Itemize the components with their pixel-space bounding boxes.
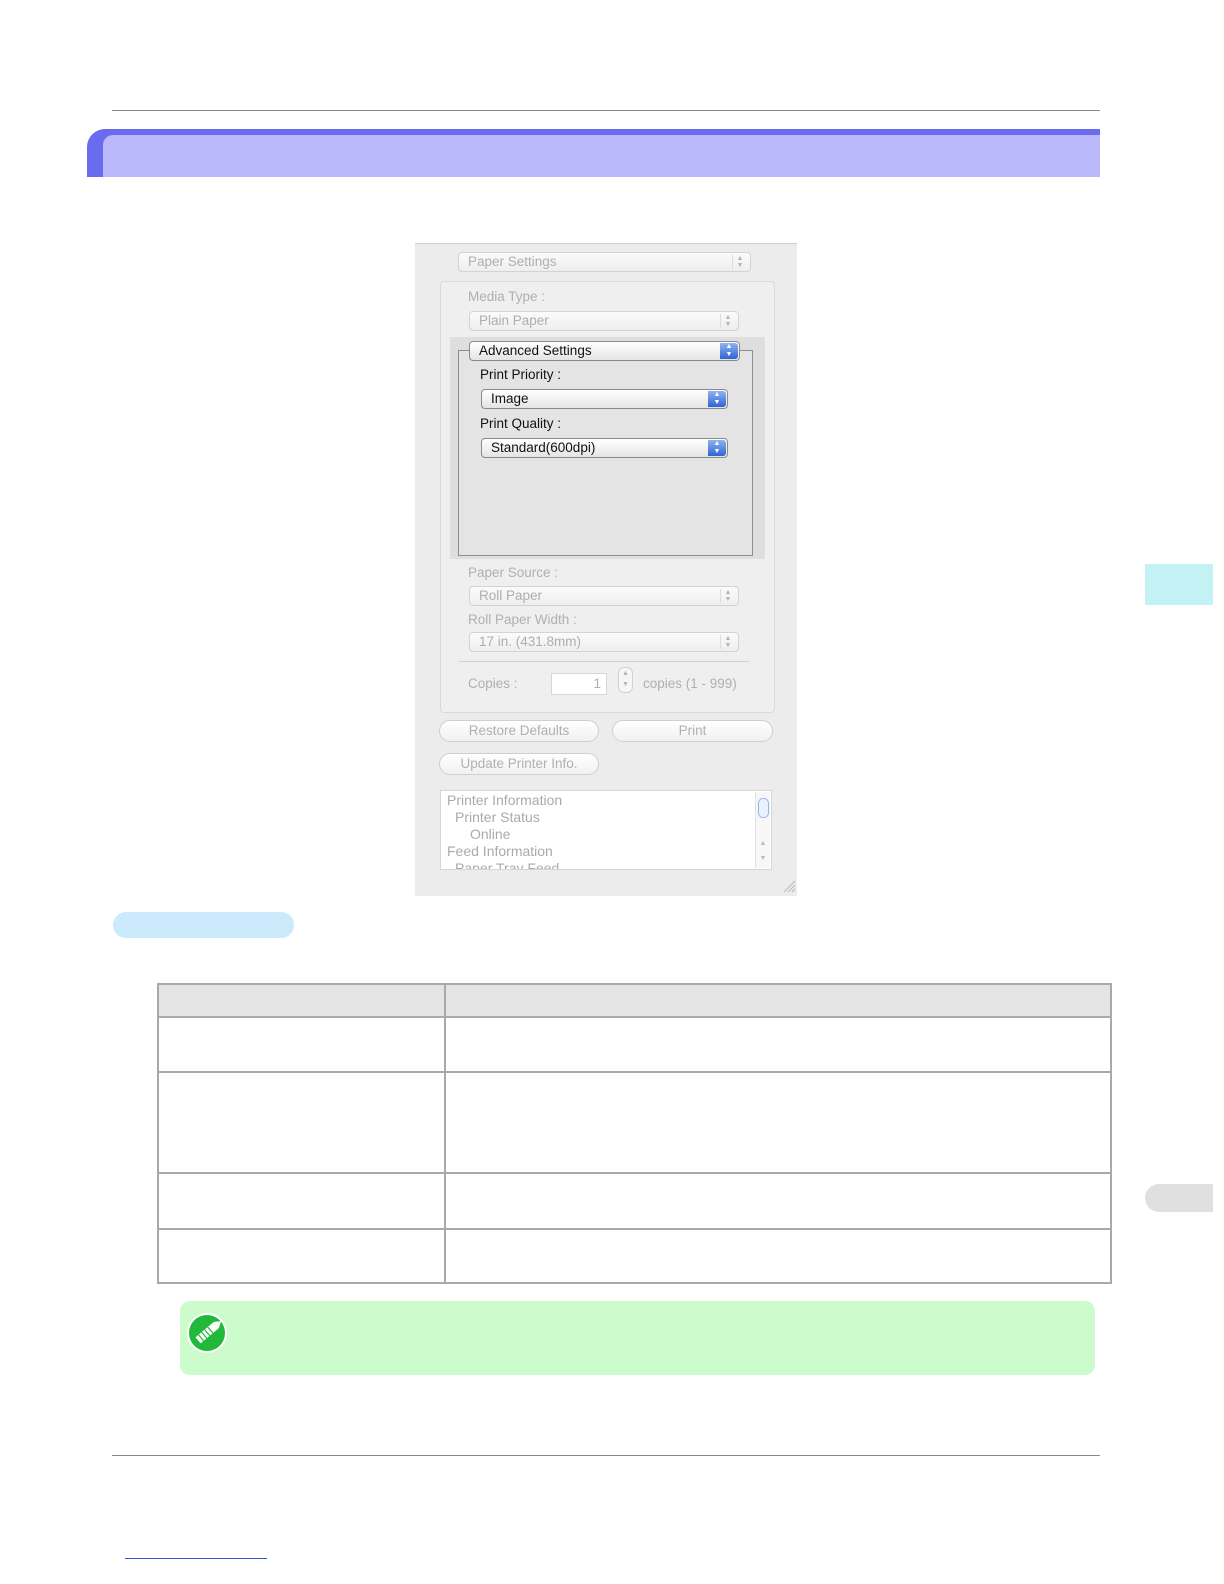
header-rule (112, 110, 1100, 111)
print-quality-value: Standard(600dpi) (491, 440, 596, 455)
note-box (180, 1301, 1095, 1375)
print-priority-select[interactable]: Image ▲ ▼ (481, 389, 728, 409)
copies-range: copies (1 - 999) (643, 676, 737, 691)
settings-panel-popup[interactable]: Paper Settings ▲ ▼ (458, 252, 751, 272)
list-item: Online (470, 826, 511, 842)
table-row-divider (159, 1071, 1110, 1073)
popup-arrows-icon: ▲ ▼ (720, 589, 735, 603)
advanced-settings-popup[interactable]: Advanced Settings ▲ ▼ (469, 341, 740, 361)
resize-grip-icon[interactable] (782, 879, 796, 893)
popup-arrows-icon: ▲ ▼ (708, 440, 726, 456)
index-side-tab[interactable] (1145, 1184, 1213, 1212)
roll-width-value: 17 in. (431.8mm) (479, 634, 582, 649)
print-quality-label: Print Quality : (480, 416, 562, 431)
restore-defaults-button[interactable]: Restore Defaults (439, 720, 599, 742)
footer-link-underline[interactable] (125, 1558, 267, 1559)
printer-information-list[interactable]: Printer Information Printer Status Onlin… (440, 790, 772, 870)
list-item: Paper Tray Feed (455, 860, 560, 870)
roll-width-label: Roll Paper Width : (468, 612, 577, 627)
table-column-divider (444, 985, 446, 1282)
section-title-bar (87, 129, 1100, 177)
popup-arrows-icon: ▲ ▼ (720, 343, 738, 359)
paper-source-value: Roll Paper (479, 588, 543, 603)
subsection-heading-pill (113, 912, 294, 938)
print-priority-value: Image (491, 391, 529, 406)
list-item: Printer Information (447, 792, 563, 808)
popup-arrows-icon: ▲ ▼ (720, 314, 735, 328)
list-item: Printer Status (455, 809, 540, 825)
copies-stepper[interactable]: ▲ ▼ (618, 667, 633, 693)
table-row-divider (159, 1172, 1110, 1174)
scroll-down-icon[interactable]: ▼ (756, 855, 770, 862)
update-printer-info-button[interactable]: Update Printer Info. (439, 753, 599, 775)
section-title-bar-inner (103, 135, 1100, 177)
popup-arrows-icon: ▲ ▼ (708, 391, 726, 407)
print-quality-select[interactable]: Standard(600dpi) ▲ ▼ (481, 438, 728, 458)
settings-panel-popup-label: Paper Settings (468, 254, 557, 269)
list-item: Feed Information (447, 843, 553, 859)
media-type-label: Media Type : (468, 289, 546, 304)
list-scroll-thumb[interactable] (758, 798, 769, 818)
media-type-select[interactable]: Plain Paper ▲ ▼ (469, 311, 739, 331)
media-type-value: Plain Paper (479, 313, 549, 328)
footer-rule (112, 1455, 1100, 1456)
paper-source-select[interactable]: Roll Paper ▲ ▼ (469, 586, 739, 606)
paper-source-label: Paper Source : (468, 565, 559, 580)
print-priority-label: Print Priority : (480, 367, 562, 382)
settings-table (157, 983, 1112, 1284)
popup-arrows-icon: ▲ ▼ (720, 635, 735, 649)
table-row-divider (159, 1228, 1110, 1230)
copies-input[interactable]: 1 (551, 673, 607, 695)
scroll-up-icon[interactable]: ▲ (756, 840, 770, 847)
print-button[interactable]: Print (612, 720, 773, 742)
roll-width-select[interactable]: 17 in. (431.8mm) ▲ ▼ (469, 632, 739, 652)
pencil-icon (187, 1313, 227, 1353)
table-header (159, 985, 1110, 1018)
stepper-down-icon[interactable]: ▼ (622, 681, 629, 688)
stepper-up-icon[interactable]: ▲ (622, 670, 629, 677)
list-scrollbar[interactable]: ▲ ▼ (755, 792, 770, 868)
chapter-side-tab[interactable] (1145, 564, 1213, 605)
copies-separator (459, 661, 749, 662)
popup-arrows-icon: ▲ ▼ (732, 255, 747, 269)
advanced-settings-label: Advanced Settings (479, 343, 592, 358)
copies-label: Copies : (468, 676, 518, 691)
